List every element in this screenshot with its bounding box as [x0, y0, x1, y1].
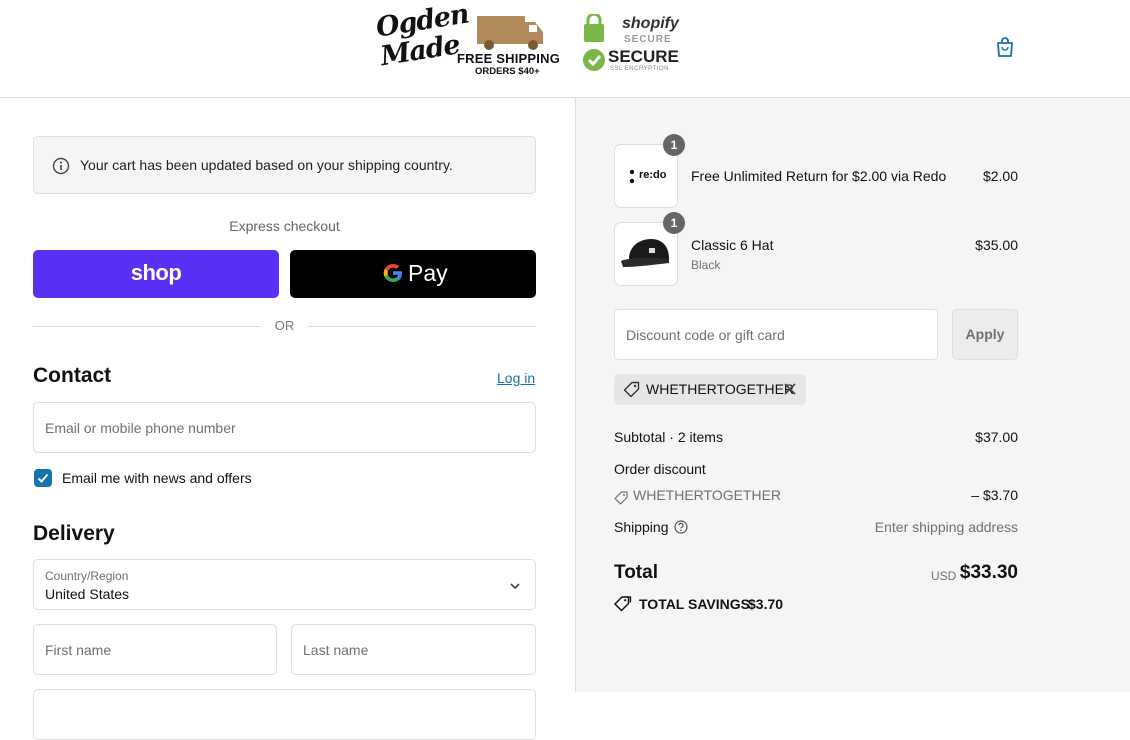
secure-title: SECURE: [608, 47, 679, 66]
subtotal-value: $37.00: [975, 429, 1018, 445]
email-placeholder: Email or mobile phone number: [45, 420, 236, 436]
subtotal-label: Subtotal · 2 items: [614, 429, 723, 445]
checkout-form: Your cart has been updated based on your…: [0, 98, 575, 740]
contact-heading: Contact: [33, 364, 112, 387]
padlock-check-icon: [583, 14, 605, 71]
shopify-secure-badge: shopify SECURE SECURE SSL ENCRYPTION: [582, 14, 679, 76]
checkmark-icon: [37, 473, 49, 483]
order-discount-value: – $3.70: [971, 487, 1018, 503]
order-discount-code: WHETHERTOGETHER: [633, 487, 782, 503]
tag-icon: [614, 491, 628, 505]
item-name: Classic 6 Hat: [691, 237, 774, 253]
newsletter-label: Email me with news and offers: [62, 470, 252, 486]
item-price: $2.00: [982, 168, 1018, 184]
last-name-placeholder: Last name: [303, 642, 369, 658]
first-name-placeholder: First name: [45, 642, 112, 658]
total-value: $33.30: [959, 562, 1018, 583]
country-select[interactable]: Country/Region United States: [33, 559, 536, 610]
item-price: $35.00: [975, 237, 1018, 253]
shipping-badge-title: FREE SHIPPING: [457, 51, 561, 66]
or-divider: OR: [33, 318, 536, 334]
remove-discount-icon[interactable]: [782, 381, 798, 397]
google-g-icon: [383, 264, 402, 282]
product-thumbnail-redo: re:do 1: [614, 134, 685, 208]
shopify-wordmark: shopify: [622, 15, 679, 32]
item-name: Free Unlimited Return for $2.00 via Redo: [691, 168, 947, 184]
item-variant: Black: [691, 258, 721, 272]
cart-updated-notice: Your cart has been updated based on your…: [33, 136, 536, 194]
address-field[interactable]: [33, 689, 536, 740]
country-label: Country/Region: [45, 569, 129, 583]
ssl-encryption-label: SSL ENCRYPTION: [610, 66, 670, 72]
discount-placeholder: Discount code or gift card: [626, 327, 785, 343]
shipping-value: Enter shipping address: [874, 519, 1018, 535]
black-hat-image: [621, 239, 669, 267]
discount-code-input[interactable]: Discount code or gift card: [614, 309, 938, 360]
total-label: Total: [614, 562, 658, 583]
ogden-made-logo[interactable]: Ogden Made: [374, 0, 471, 78]
applied-discount-chip: WHETHERTOGETHER: [614, 374, 806, 405]
header: Ogden Made FREE SHIPPING ORDERS $40+ sho…: [0, 0, 1130, 98]
redo-logo-icon: [629, 169, 635, 184]
delivery-truck-icon: [477, 16, 543, 50]
country-value: United States: [45, 586, 130, 602]
google-pay-label: Pay: [408, 260, 448, 286]
tag-icon: [623, 381, 640, 398]
total-savings-value: $3.70: [748, 596, 784, 612]
chevron-down-icon: [510, 583, 520, 590]
shipping-badge-subtitle: ORDERS $40+: [475, 66, 540, 77]
savings-tag-icon: [614, 596, 632, 612]
total-currency: USD: [931, 569, 957, 583]
order-summary: re:do 1 Free Unlimited Return for $2.00 …: [575, 98, 1130, 692]
order-discount-label: Order discount: [614, 461, 706, 477]
notice-text: Your cart has been updated based on your…: [80, 157, 453, 173]
google-pay-button[interactable]: Pay: [290, 250, 536, 298]
help-circle-icon[interactable]: [674, 520, 688, 534]
shipping-label: Shipping: [614, 519, 669, 535]
last-name-field[interactable]: Last name: [291, 624, 536, 675]
express-checkout-label: Express checkout: [229, 218, 340, 234]
or-label: OR: [274, 318, 295, 333]
newsletter-checkbox[interactable]: [34, 469, 52, 487]
divider-line: [308, 326, 536, 327]
free-shipping-badge: FREE SHIPPING ORDERS $40+: [455, 14, 563, 80]
first-name-field[interactable]: First name: [33, 624, 277, 675]
total-savings-label: TOTAL SAVINGS: [639, 596, 750, 612]
divider-line: [33, 326, 261, 327]
redo-logo-text: re:do: [639, 169, 667, 181]
shop-pay-button[interactable]: shop: [33, 250, 279, 298]
product-thumbnail-hat: 1: [614, 212, 685, 286]
shopping-bag-icon[interactable]: [993, 35, 1017, 59]
email-field[interactable]: Email or mobile phone number: [33, 402, 536, 453]
log-in-link[interactable]: Log in: [497, 370, 535, 386]
quantity-badge: 1: [663, 134, 685, 156]
info-icon: [52, 157, 70, 175]
apply-button[interactable]: Apply: [952, 309, 1018, 360]
delivery-heading: Delivery: [33, 522, 115, 545]
quantity-badge: 1: [663, 212, 685, 234]
applied-code-text: WHETHERTOGETHER: [646, 381, 795, 397]
shop-pay-label: shop: [130, 260, 182, 285]
shopify-secure-label: SECURE: [624, 34, 672, 45]
